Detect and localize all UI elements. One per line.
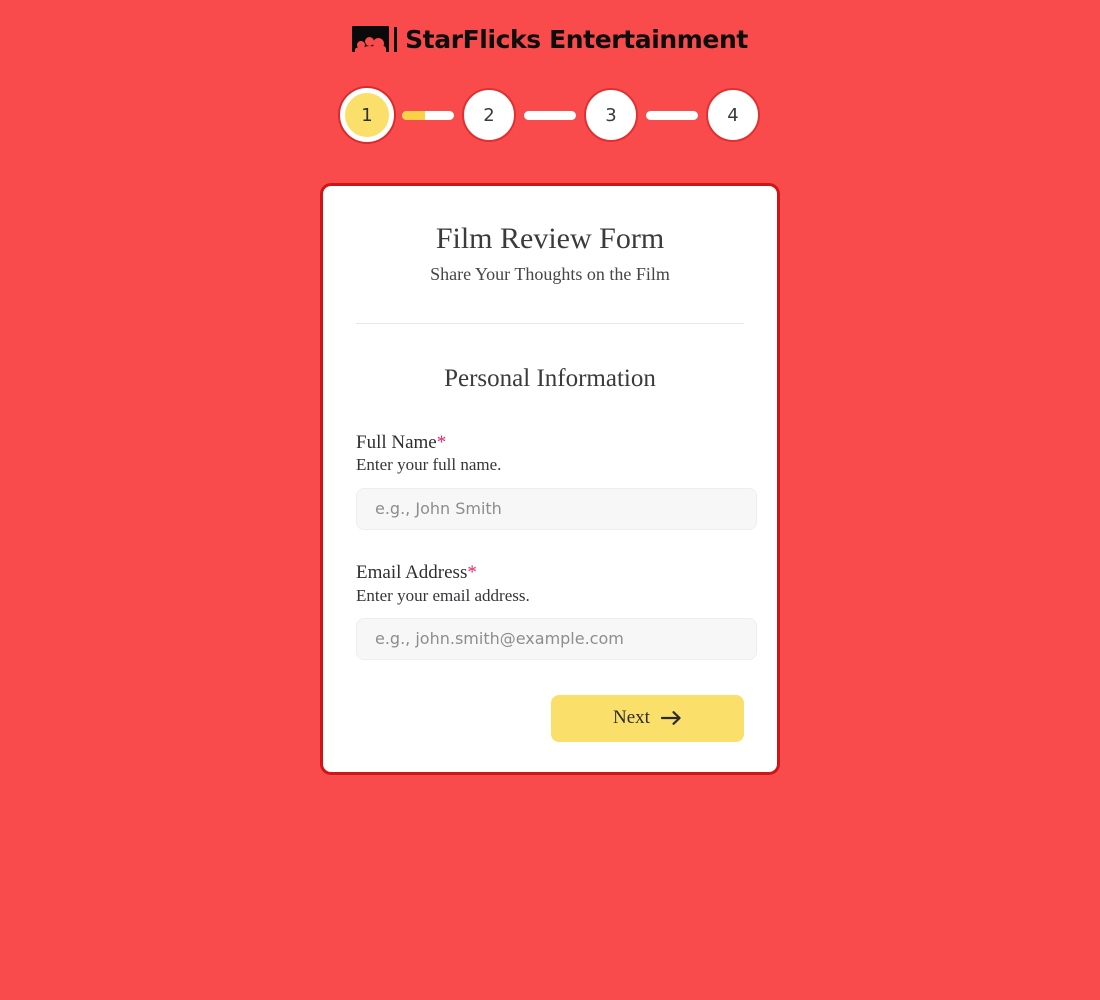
progress-stepper: 1 2 3 4 — [0, 88, 1100, 142]
email-address-help-text: Enter your email address. — [356, 585, 530, 605]
step-indicator-3[interactable]: 3 — [584, 88, 638, 142]
card-footer: Next — [356, 694, 744, 742]
section-title: Personal Information — [444, 364, 656, 392]
step-connector-3 — [646, 110, 698, 120]
email-address-label: Email Address* — [356, 562, 744, 584]
full-name-label-text: Full Name — [356, 431, 437, 453]
section-divider — [356, 322, 744, 324]
next-button-label: Next — [613, 707, 650, 729]
brand-name: StarFlicks Entertainment — [405, 24, 748, 54]
step-connector-1-fill — [402, 110, 426, 120]
full-name-label: Full Name* — [356, 432, 744, 454]
step-connector-2 — [524, 110, 576, 120]
brand-divider — [394, 26, 398, 52]
step-indicator-2[interactable]: 2 — [462, 88, 516, 142]
arrow-right-icon — [660, 710, 682, 726]
brand-header: StarFlicks Entertainment — [0, 0, 1100, 52]
next-button[interactable]: Next — [551, 694, 744, 742]
field-email-address: Email Address* Enter your email address. — [356, 562, 757, 660]
step-connector-1 — [402, 110, 454, 120]
audience-silhouette-icon — [352, 26, 390, 52]
brand-lockup: StarFlicks Entertainment — [352, 26, 748, 52]
email-address-input[interactable] — [356, 617, 757, 660]
required-asterisk: * — [467, 561, 477, 583]
required-asterisk: * — [436, 431, 447, 453]
form-card-wrapper: Film Review Form Share Your Thoughts on … — [0, 183, 1100, 775]
full-name-help-text: Enter your full name. — [356, 455, 502, 475]
page-subtitle: Share Your Thoughts on the Film — [430, 263, 670, 284]
email-address-label-text: Email Address — [356, 561, 468, 583]
field-full-name: Full Name* Enter your full name. — [356, 432, 757, 530]
step-indicator-1[interactable]: 1 — [340, 88, 394, 142]
full-name-input[interactable] — [356, 487, 757, 530]
film-review-form-card: Film Review Form Share Your Thoughts on … — [320, 183, 780, 775]
page-title: Film Review Form — [435, 222, 665, 255]
step-indicator-4[interactable]: 4 — [706, 88, 760, 142]
